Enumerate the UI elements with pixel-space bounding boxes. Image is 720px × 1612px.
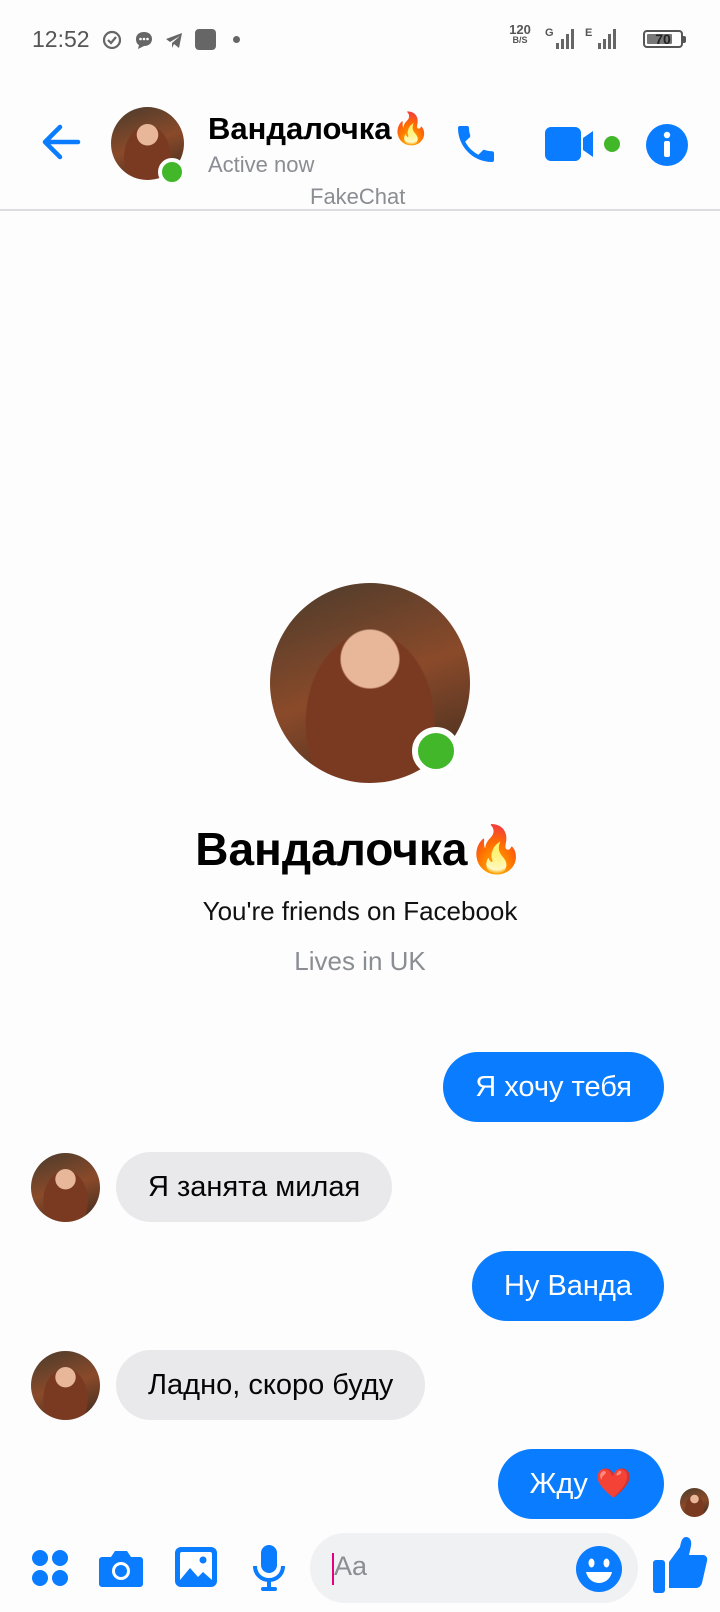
back-arrow-icon[interactable] bbox=[40, 121, 82, 163]
status-time: 12:52 bbox=[32, 26, 90, 52]
contact-name[interactable]: Вандалочка🔥 bbox=[208, 110, 430, 147]
video-camera-icon[interactable] bbox=[545, 125, 597, 163]
active-status: Active now bbox=[208, 152, 315, 177]
apps-icon[interactable] bbox=[30, 1548, 70, 1588]
message-avatar[interactable] bbox=[31, 1153, 100, 1222]
profile-location: Lives in UK bbox=[294, 946, 426, 976]
signal-bars-1-icon bbox=[556, 27, 574, 49]
chat-bubble-icon bbox=[136, 32, 152, 49]
camera-icon[interactable] bbox=[98, 1547, 144, 1589]
header-divider bbox=[0, 209, 720, 211]
profile-online-indicator bbox=[412, 727, 460, 775]
profile-friends-info: You're friends on Facebook bbox=[202, 896, 518, 926]
network-speed: 120 B/S bbox=[509, 22, 531, 45]
message-incoming[interactable]: Ладно, скоро буду bbox=[116, 1350, 426, 1420]
message-outgoing[interactable]: Я хочу тебя bbox=[443, 1052, 664, 1122]
profile-name: Вандалочка🔥 bbox=[195, 823, 525, 875]
info-icon[interactable] bbox=[645, 123, 689, 167]
header-online-indicator bbox=[158, 158, 186, 186]
phone-icon[interactable] bbox=[452, 120, 500, 168]
sync-check-icon bbox=[102, 30, 122, 50]
message-incoming[interactable]: Я занята милая bbox=[116, 1152, 393, 1222]
message-outgoing[interactable]: Жду ❤️ bbox=[497, 1449, 664, 1519]
thumbs-up-icon[interactable] bbox=[652, 1535, 710, 1595]
network-type-1: G bbox=[545, 27, 554, 39]
more-notifications-dot bbox=[233, 36, 240, 43]
video-active-dot bbox=[604, 136, 620, 152]
gallery-icon[interactable] bbox=[174, 1546, 218, 1588]
signal-bars-2-icon bbox=[598, 27, 616, 49]
watermark: FakeChat bbox=[310, 184, 406, 209]
battery-icon: 70 bbox=[643, 30, 686, 48]
microphone-icon[interactable] bbox=[252, 1544, 286, 1592]
network-type-2: E bbox=[585, 27, 593, 39]
message-outgoing[interactable]: Ну Ванда bbox=[471, 1251, 664, 1321]
telegram-icon bbox=[166, 33, 182, 48]
message-avatar[interactable] bbox=[31, 1351, 100, 1420]
emoji-icon[interactable] bbox=[575, 1545, 623, 1593]
app-notification-icon bbox=[195, 29, 216, 50]
seen-receipt-avatar bbox=[680, 1488, 709, 1517]
message-input-placeholder: Aa bbox=[334, 1551, 368, 1581]
